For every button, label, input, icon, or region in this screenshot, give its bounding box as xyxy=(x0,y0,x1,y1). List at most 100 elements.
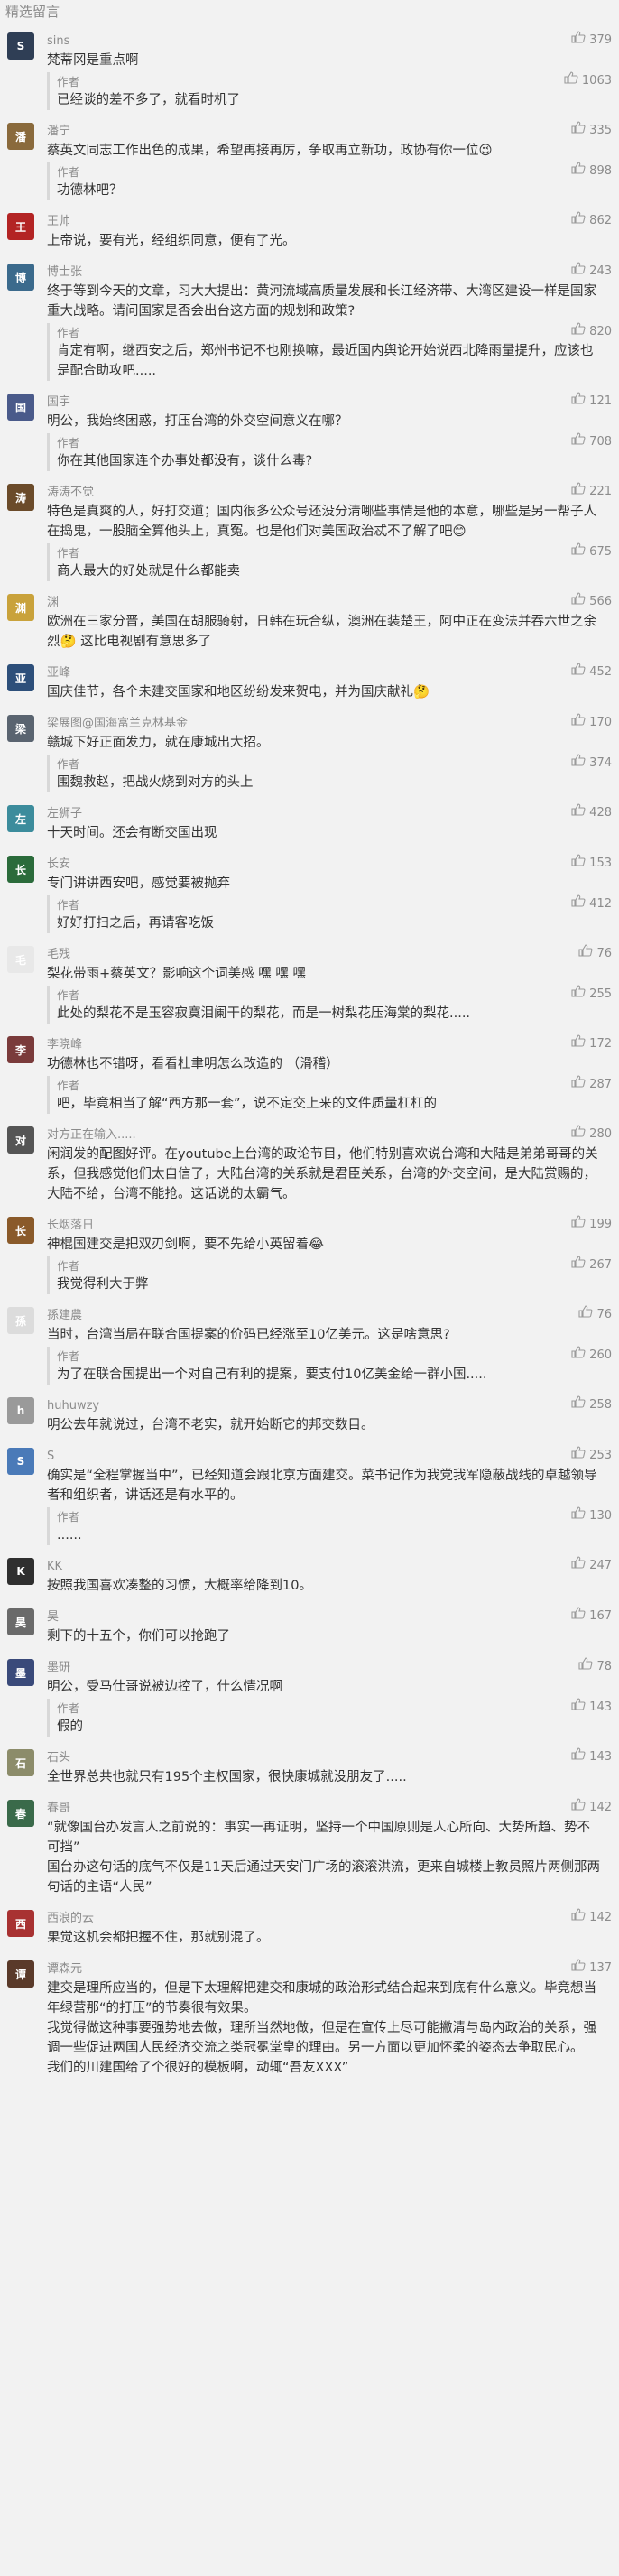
like-button[interactable]: 566 xyxy=(571,592,612,612)
thumbs-up-icon xyxy=(571,1506,586,1526)
like-button[interactable]: 199 xyxy=(571,1215,612,1235)
avatar[interactable]: 长 xyxy=(7,1217,34,1244)
like-button[interactable]: 428 xyxy=(571,803,612,823)
reply-like-button[interactable]: 267 xyxy=(571,1256,612,1275)
like-button[interactable]: 76 xyxy=(578,1305,612,1325)
comment-nickname[interactable]: 博士张 xyxy=(47,265,82,279)
like-button[interactable]: 78 xyxy=(578,1657,612,1677)
like-button[interactable]: 76 xyxy=(578,944,612,964)
comment-nickname[interactable]: 春哥 xyxy=(47,1802,70,1815)
like-button[interactable]: 221 xyxy=(571,482,612,502)
reply-like-button[interactable]: 898 xyxy=(571,162,612,181)
comment-nickname[interactable]: 渊 xyxy=(47,596,59,609)
avatar[interactable]: S xyxy=(7,1448,34,1475)
avatar[interactable]: 谭 xyxy=(7,1960,34,1988)
comment-list: Ssins 379 梵蒂冈是重点啊 作者 1063 已经谈的差不多了，就看时机了潘 潘宁 33… xyxy=(0,31,619,2089)
avatar[interactable]: 李 xyxy=(7,1036,34,1063)
comment-nickname[interactable]: 谭森元 xyxy=(47,1962,82,1976)
like-count: 708 xyxy=(589,435,612,449)
avatar[interactable]: 涛 xyxy=(7,484,34,511)
avatar[interactable]: 潘 xyxy=(7,123,34,150)
comment-nickname[interactable]: 长安 xyxy=(47,857,70,871)
comment-nickname[interactable]: 石头 xyxy=(47,1751,70,1765)
avatar[interactable]: 左 xyxy=(7,805,34,832)
comment-nickname[interactable]: 西浪的云 xyxy=(47,1912,94,1925)
reply-like-button[interactable]: 255 xyxy=(571,985,612,1005)
comment-nickname[interactable]: 涛涛不觉 xyxy=(47,486,94,499)
like-button[interactable]: 142 xyxy=(571,1798,612,1818)
comment-nickname[interactable]: 梁展图@国海富兰克林基金 xyxy=(47,717,188,730)
reply-like-button[interactable]: 260 xyxy=(571,1346,612,1366)
avatar[interactable]: 博 xyxy=(7,264,34,291)
comment-nickname[interactable]: 毛残 xyxy=(47,948,70,961)
avatar[interactable]: 渊 xyxy=(7,594,34,621)
avatar[interactable]: 国 xyxy=(7,394,34,421)
avatar[interactable]: 对 xyxy=(7,1126,34,1154)
like-button[interactable]: 142 xyxy=(571,1908,612,1928)
like-button[interactable]: 280 xyxy=(571,1125,612,1144)
comment-nickname[interactable]: 孫建農 xyxy=(47,1309,82,1322)
like-button[interactable]: 172 xyxy=(571,1034,612,1054)
reply-like-button[interactable]: 130 xyxy=(571,1506,612,1526)
like-button[interactable]: 143 xyxy=(571,1747,612,1767)
like-count: 143 xyxy=(589,1750,612,1764)
comment-nickname[interactable]: KK xyxy=(47,1560,62,1573)
comment-nickname[interactable]: 对方正在输入..... xyxy=(47,1128,136,1142)
reply-like-button[interactable]: 143 xyxy=(571,1698,612,1718)
like-button[interactable]: 167 xyxy=(571,1607,612,1626)
author-label: 作者 xyxy=(57,1259,80,1273)
comment-nickname[interactable]: S xyxy=(47,1450,54,1463)
like-button[interactable]: 253 xyxy=(571,1446,612,1466)
author-label: 作者 xyxy=(57,1079,80,1092)
reply-like-button[interactable]: 708 xyxy=(571,432,612,452)
reply-like-button[interactable]: 412 xyxy=(571,894,612,914)
comment-nickname[interactable]: 李晓峰 xyxy=(47,1038,82,1052)
reply-like-button[interactable]: 374 xyxy=(571,754,612,774)
avatar-initial: 渊 xyxy=(14,601,26,615)
like-button[interactable]: 247 xyxy=(571,1556,612,1576)
comment-item: 国 国宇 121 明公，我始终困惑，打压台湾的外交空间意义在哪？ 作者 708 你在其他国家… xyxy=(0,392,619,482)
like-button[interactable]: 243 xyxy=(571,262,612,282)
reply-like-button[interactable]: 820 xyxy=(571,322,612,342)
like-button[interactable]: 452 xyxy=(571,663,612,682)
like-button[interactable]: 379 xyxy=(571,31,612,51)
comment-nickname[interactable]: 墨研 xyxy=(47,1661,70,1674)
avatar[interactable]: 昊 xyxy=(7,1608,34,1635)
avatar[interactable]: K xyxy=(7,1558,34,1585)
author-label: 作者 xyxy=(57,988,80,1002)
avatar[interactable]: 石 xyxy=(7,1749,34,1776)
avatar[interactable]: 王 xyxy=(7,213,34,240)
avatar[interactable]: 梁 xyxy=(7,715,34,742)
avatar[interactable]: 孫 xyxy=(7,1307,34,1334)
comment-nickname[interactable]: sins xyxy=(47,34,69,48)
comment-nickname[interactable]: huhuwzy xyxy=(47,1399,99,1413)
comment-text: 上帝说，要有光，经组织同意，便有了光。 xyxy=(47,234,296,248)
reply-like-button[interactable]: 287 xyxy=(571,1075,612,1095)
avatar[interactable]: 春 xyxy=(7,1800,34,1827)
thumbs-up-icon xyxy=(564,71,578,91)
comment-nickname[interactable]: 昊 xyxy=(47,1610,59,1624)
like-button[interactable]: 137 xyxy=(571,1959,612,1978)
avatar[interactable]: 墨 xyxy=(7,1659,34,1686)
like-button[interactable]: 170 xyxy=(571,713,612,733)
avatar[interactable]: h xyxy=(7,1397,34,1424)
comment-nickname[interactable]: 长烟落日 xyxy=(47,1219,94,1232)
like-button[interactable]: 335 xyxy=(571,121,612,141)
like-button[interactable]: 121 xyxy=(571,392,612,412)
comment-nickname[interactable]: 潘宁 xyxy=(47,125,70,138)
author-reply: 作者 143 假的 xyxy=(47,1698,619,1737)
comment-nickname[interactable]: 王帅 xyxy=(47,215,70,228)
comment-nickname[interactable]: 亚峰 xyxy=(47,666,70,680)
avatar[interactable]: 毛 xyxy=(7,946,34,973)
like-button[interactable]: 153 xyxy=(571,854,612,874)
avatar[interactable]: 长 xyxy=(7,856,34,883)
avatar[interactable]: S xyxy=(7,32,34,60)
comment-nickname[interactable]: 左狮子 xyxy=(47,807,82,820)
comment-nickname[interactable]: 国宇 xyxy=(47,395,70,409)
reply-like-button[interactable]: 675 xyxy=(571,542,612,562)
reply-like-button[interactable]: 1063 xyxy=(564,71,612,91)
avatar[interactable]: 西 xyxy=(7,1910,34,1937)
avatar[interactable]: 亚 xyxy=(7,664,34,691)
like-button[interactable]: 862 xyxy=(571,211,612,231)
like-button[interactable]: 258 xyxy=(571,1395,612,1415)
